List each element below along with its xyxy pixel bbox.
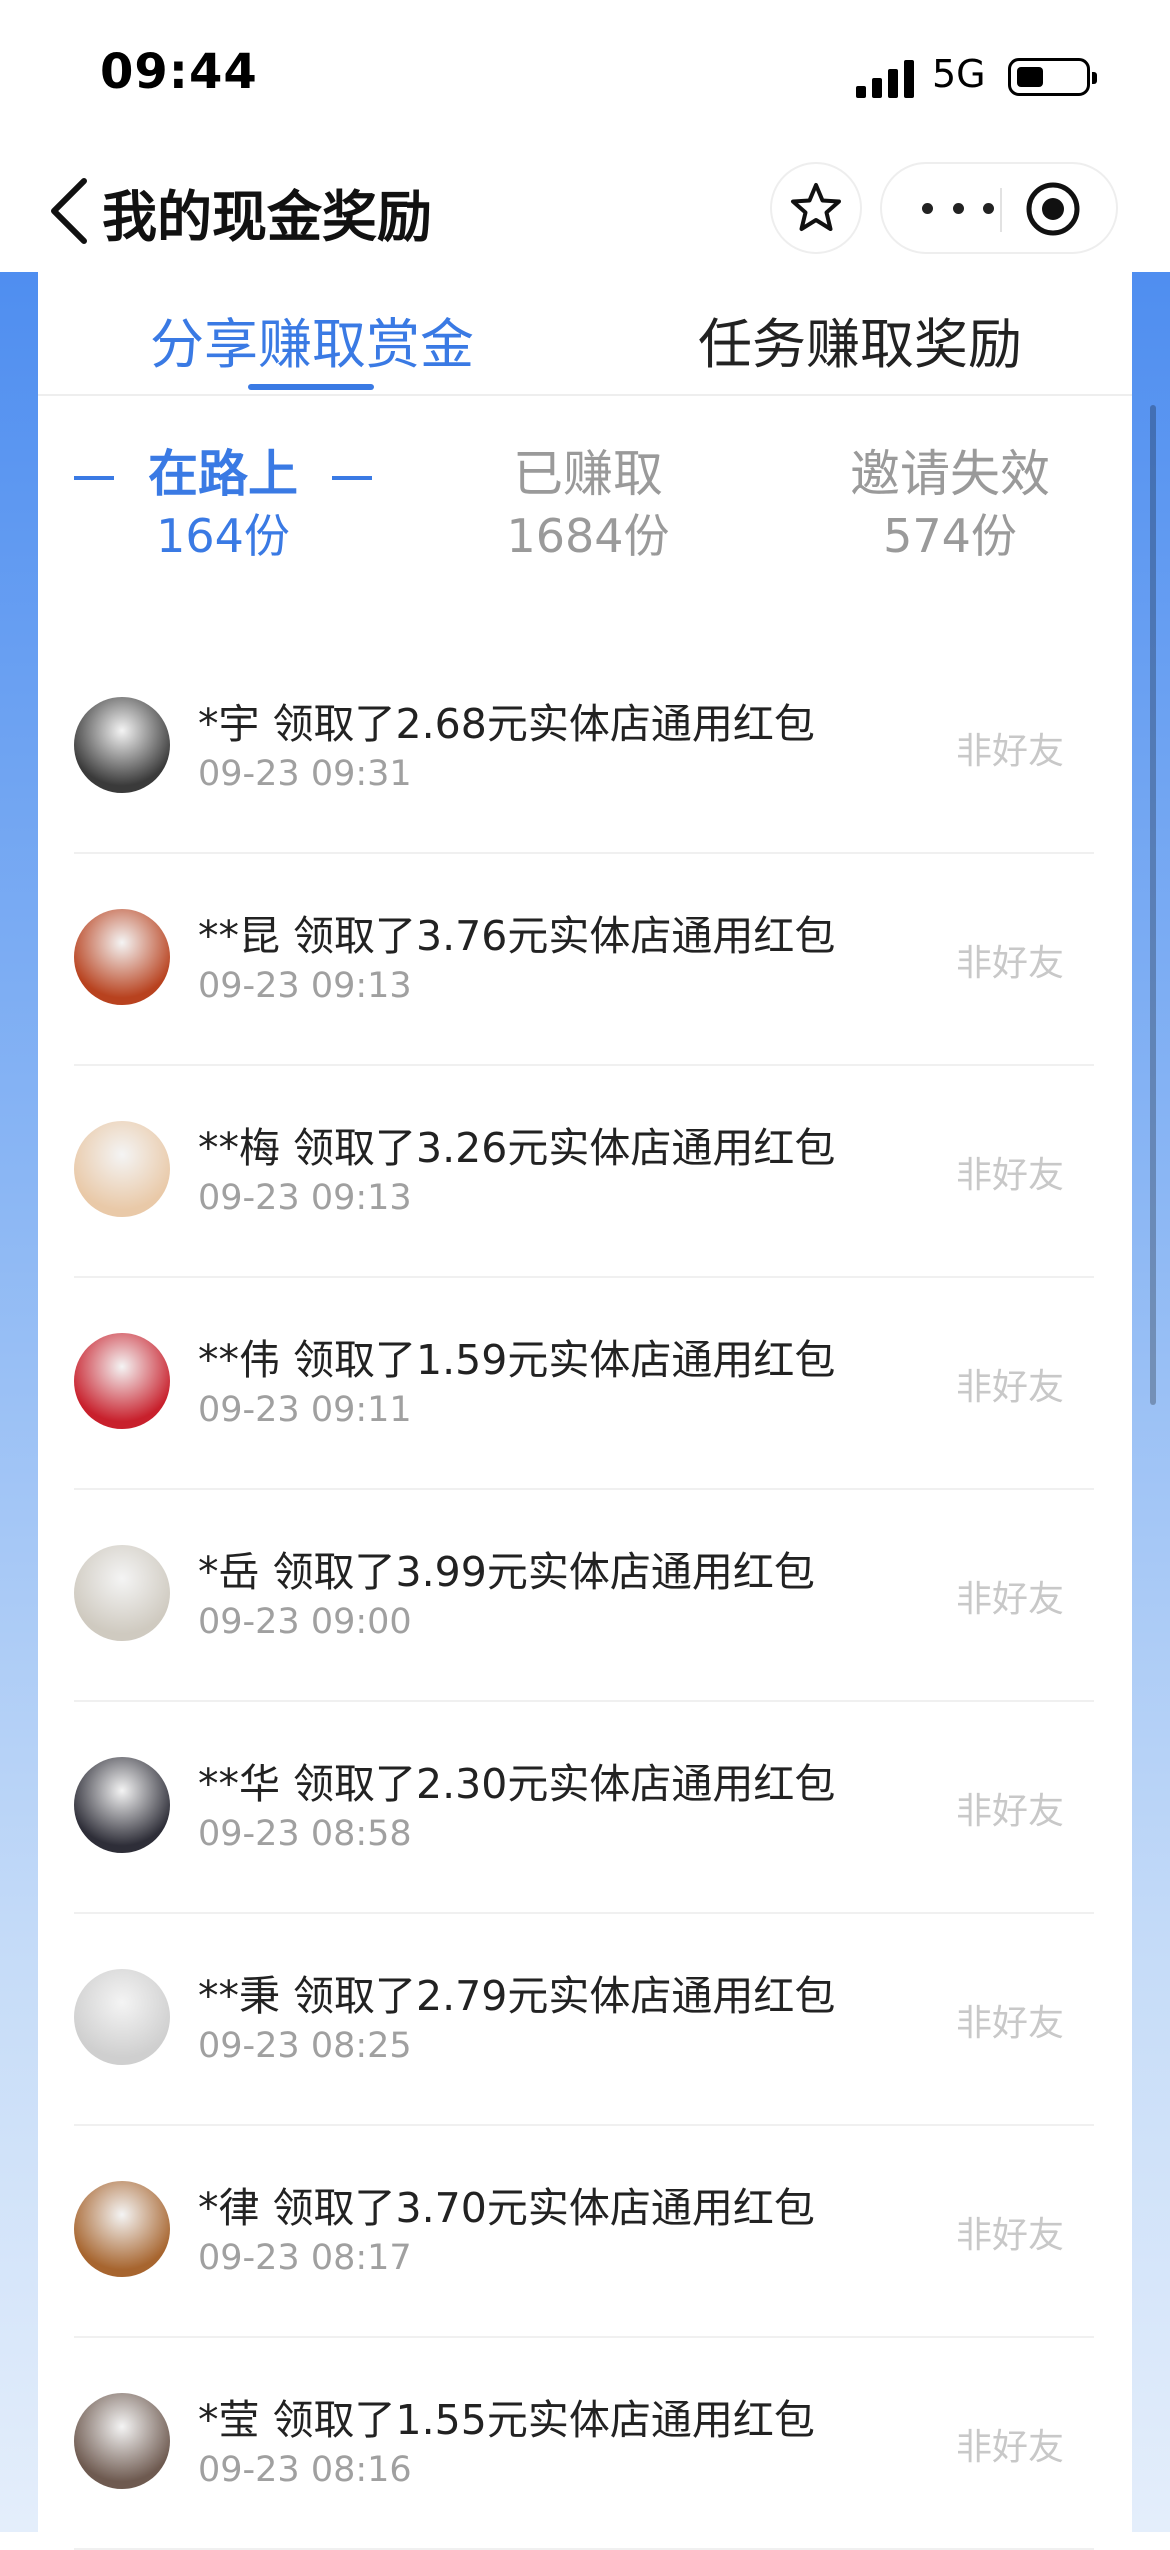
- record-time: 09-23 08:16: [198, 2450, 412, 2490]
- friend-status-tag: 非好友: [955, 2003, 1064, 2044]
- subtab-count: 164份: [156, 509, 290, 563]
- network-type: 5G: [932, 52, 986, 96]
- dash-right: [332, 475, 372, 480]
- record-time: 09-23 09:11: [198, 1390, 412, 1430]
- status-bar: 09:44 5G: [0, 0, 1170, 150]
- record-time: 09-23 09:31: [198, 754, 412, 794]
- friend-status-tag: 非好友: [955, 2427, 1064, 2468]
- record-time: 09-23 08:25: [198, 2026, 412, 2066]
- record-time: 09-23 09:13: [198, 1178, 412, 1218]
- subtab-count: 1684份: [506, 509, 670, 563]
- subtab-earned[interactable]: 已赚取 1684份: [408, 442, 768, 566]
- list-item[interactable]: **昆 领取了3.76元实体店通用红包 09-23 09:13 非好友: [74, 854, 1094, 1066]
- list-item[interactable]: *岳 领取了3.99元实体店通用红包 09-23 09:00 非好友: [74, 1490, 1094, 1702]
- list-item[interactable]: *律 领取了3.70元实体店通用红包 09-23 08:17 非好友: [74, 2126, 1094, 2338]
- friend-status-tag: 非好友: [955, 1155, 1064, 1196]
- record-text: **梅 领取了3.26元实体店通用红包: [198, 1124, 836, 1172]
- record-time: 09-23 09:00: [198, 1602, 412, 1642]
- subtab-in-progress[interactable]: 在路上 164份: [38, 442, 408, 566]
- record-time: 09-23 09:13: [198, 966, 412, 1006]
- record-text: **秉 领取了2.79元实体店通用红包: [198, 1972, 836, 2020]
- star-icon: [791, 183, 841, 231]
- subtab-label: 在路上: [148, 445, 298, 503]
- friend-status-tag: 非好友: [955, 2215, 1064, 2256]
- friend-status-tag: 非好友: [955, 1791, 1064, 1832]
- record-time: 09-23 08:58: [198, 1814, 412, 1854]
- list-item[interactable]: *宇 领取了2.68元实体店通用红包 09-23 09:31 非好友: [74, 642, 1094, 854]
- signal-icon: [856, 60, 914, 98]
- avatar: [74, 1969, 170, 2065]
- list-item[interactable]: **华 领取了2.30元实体店通用红包 09-23 08:58 非好友: [74, 1702, 1094, 1914]
- main-tabs: 分享赚取赏金 任务赚取奖励: [38, 272, 1132, 396]
- record-text: *宇 领取了2.68元实体店通用红包: [198, 700, 815, 748]
- capsule-divider: [1000, 188, 1002, 232]
- scrollbar[interactable]: [1150, 405, 1156, 1405]
- subtab-label: 邀请失效: [850, 445, 1050, 503]
- tab-task-reward[interactable]: 任务赚取奖励: [698, 300, 1022, 379]
- list-item[interactable]: **伟 领取了1.59元实体店通用红包 09-23 09:11 非好友: [74, 1278, 1094, 1490]
- subtab-count: 574份: [883, 509, 1017, 563]
- avatar: [74, 1333, 170, 1429]
- status-time: 09:44: [100, 44, 258, 100]
- mini-program-capsule: [880, 162, 1118, 254]
- record-list: *宇 领取了2.68元实体店通用红包 09-23 09:31 非好友 **昆 领取了3…: [74, 642, 1094, 2550]
- record-text: *律 领取了3.70元实体店通用红包: [198, 2184, 815, 2232]
- reward-card: 分享赚取赏金 任务赚取奖励 在路上 164份 已赚取 1684份 邀请失效 57…: [38, 272, 1132, 2550]
- friend-status-tag: 非好友: [955, 943, 1064, 984]
- avatar: [74, 1757, 170, 1853]
- navigation-bar: 我的现金奖励: [0, 150, 1170, 272]
- record-text: **伟 领取了1.59元实体店通用红包: [198, 1336, 836, 1384]
- list-item[interactable]: **秉 领取了2.79元实体店通用红包 09-23 08:25 非好友: [74, 1914, 1094, 2126]
- dash-left: [74, 475, 114, 480]
- battery-icon: [1008, 58, 1097, 96]
- record-time: 09-23 08:17: [198, 2238, 412, 2278]
- avatar: [74, 1545, 170, 1641]
- page-title: 我的现金奖励: [102, 185, 433, 249]
- avatar: [74, 2181, 170, 2277]
- record-text: *岳 领取了3.99元实体店通用红包: [198, 1548, 815, 1596]
- avatar: [74, 1121, 170, 1217]
- subtab-invite-expired[interactable]: 邀请失效 574份: [768, 442, 1132, 566]
- favorite-button[interactable]: [770, 162, 862, 254]
- avatar: [74, 697, 170, 793]
- friend-status-tag: 非好友: [955, 731, 1064, 772]
- tab-share-bounty[interactable]: 分享赚取赏金: [150, 300, 474, 379]
- close-target-icon[interactable]: [1024, 180, 1082, 238]
- back-arrow-icon[interactable]: [46, 175, 92, 247]
- active-tab-indicator: [248, 384, 374, 390]
- subtab-label: 已赚取: [513, 445, 663, 503]
- record-text: **华 领取了2.30元实体店通用红包: [198, 1760, 836, 1808]
- more-options-icon[interactable]: [922, 186, 994, 230]
- avatar: [74, 2393, 170, 2489]
- list-item[interactable]: *莹 领取了1.55元实体店通用红包 09-23 08:16 非好友: [74, 2338, 1094, 2550]
- avatar: [74, 909, 170, 1005]
- record-text: *莹 领取了1.55元实体店通用红包: [198, 2396, 815, 2444]
- friend-status-tag: 非好友: [955, 1579, 1064, 1620]
- record-text: **昆 领取了3.76元实体店通用红包: [198, 912, 836, 960]
- status-subtabs: 在路上 164份 已赚取 1684份 邀请失效 574份: [38, 442, 1132, 582]
- friend-status-tag: 非好友: [955, 1367, 1064, 1408]
- list-item[interactable]: **梅 领取了3.26元实体店通用红包 09-23 09:13 非好友: [74, 1066, 1094, 1278]
